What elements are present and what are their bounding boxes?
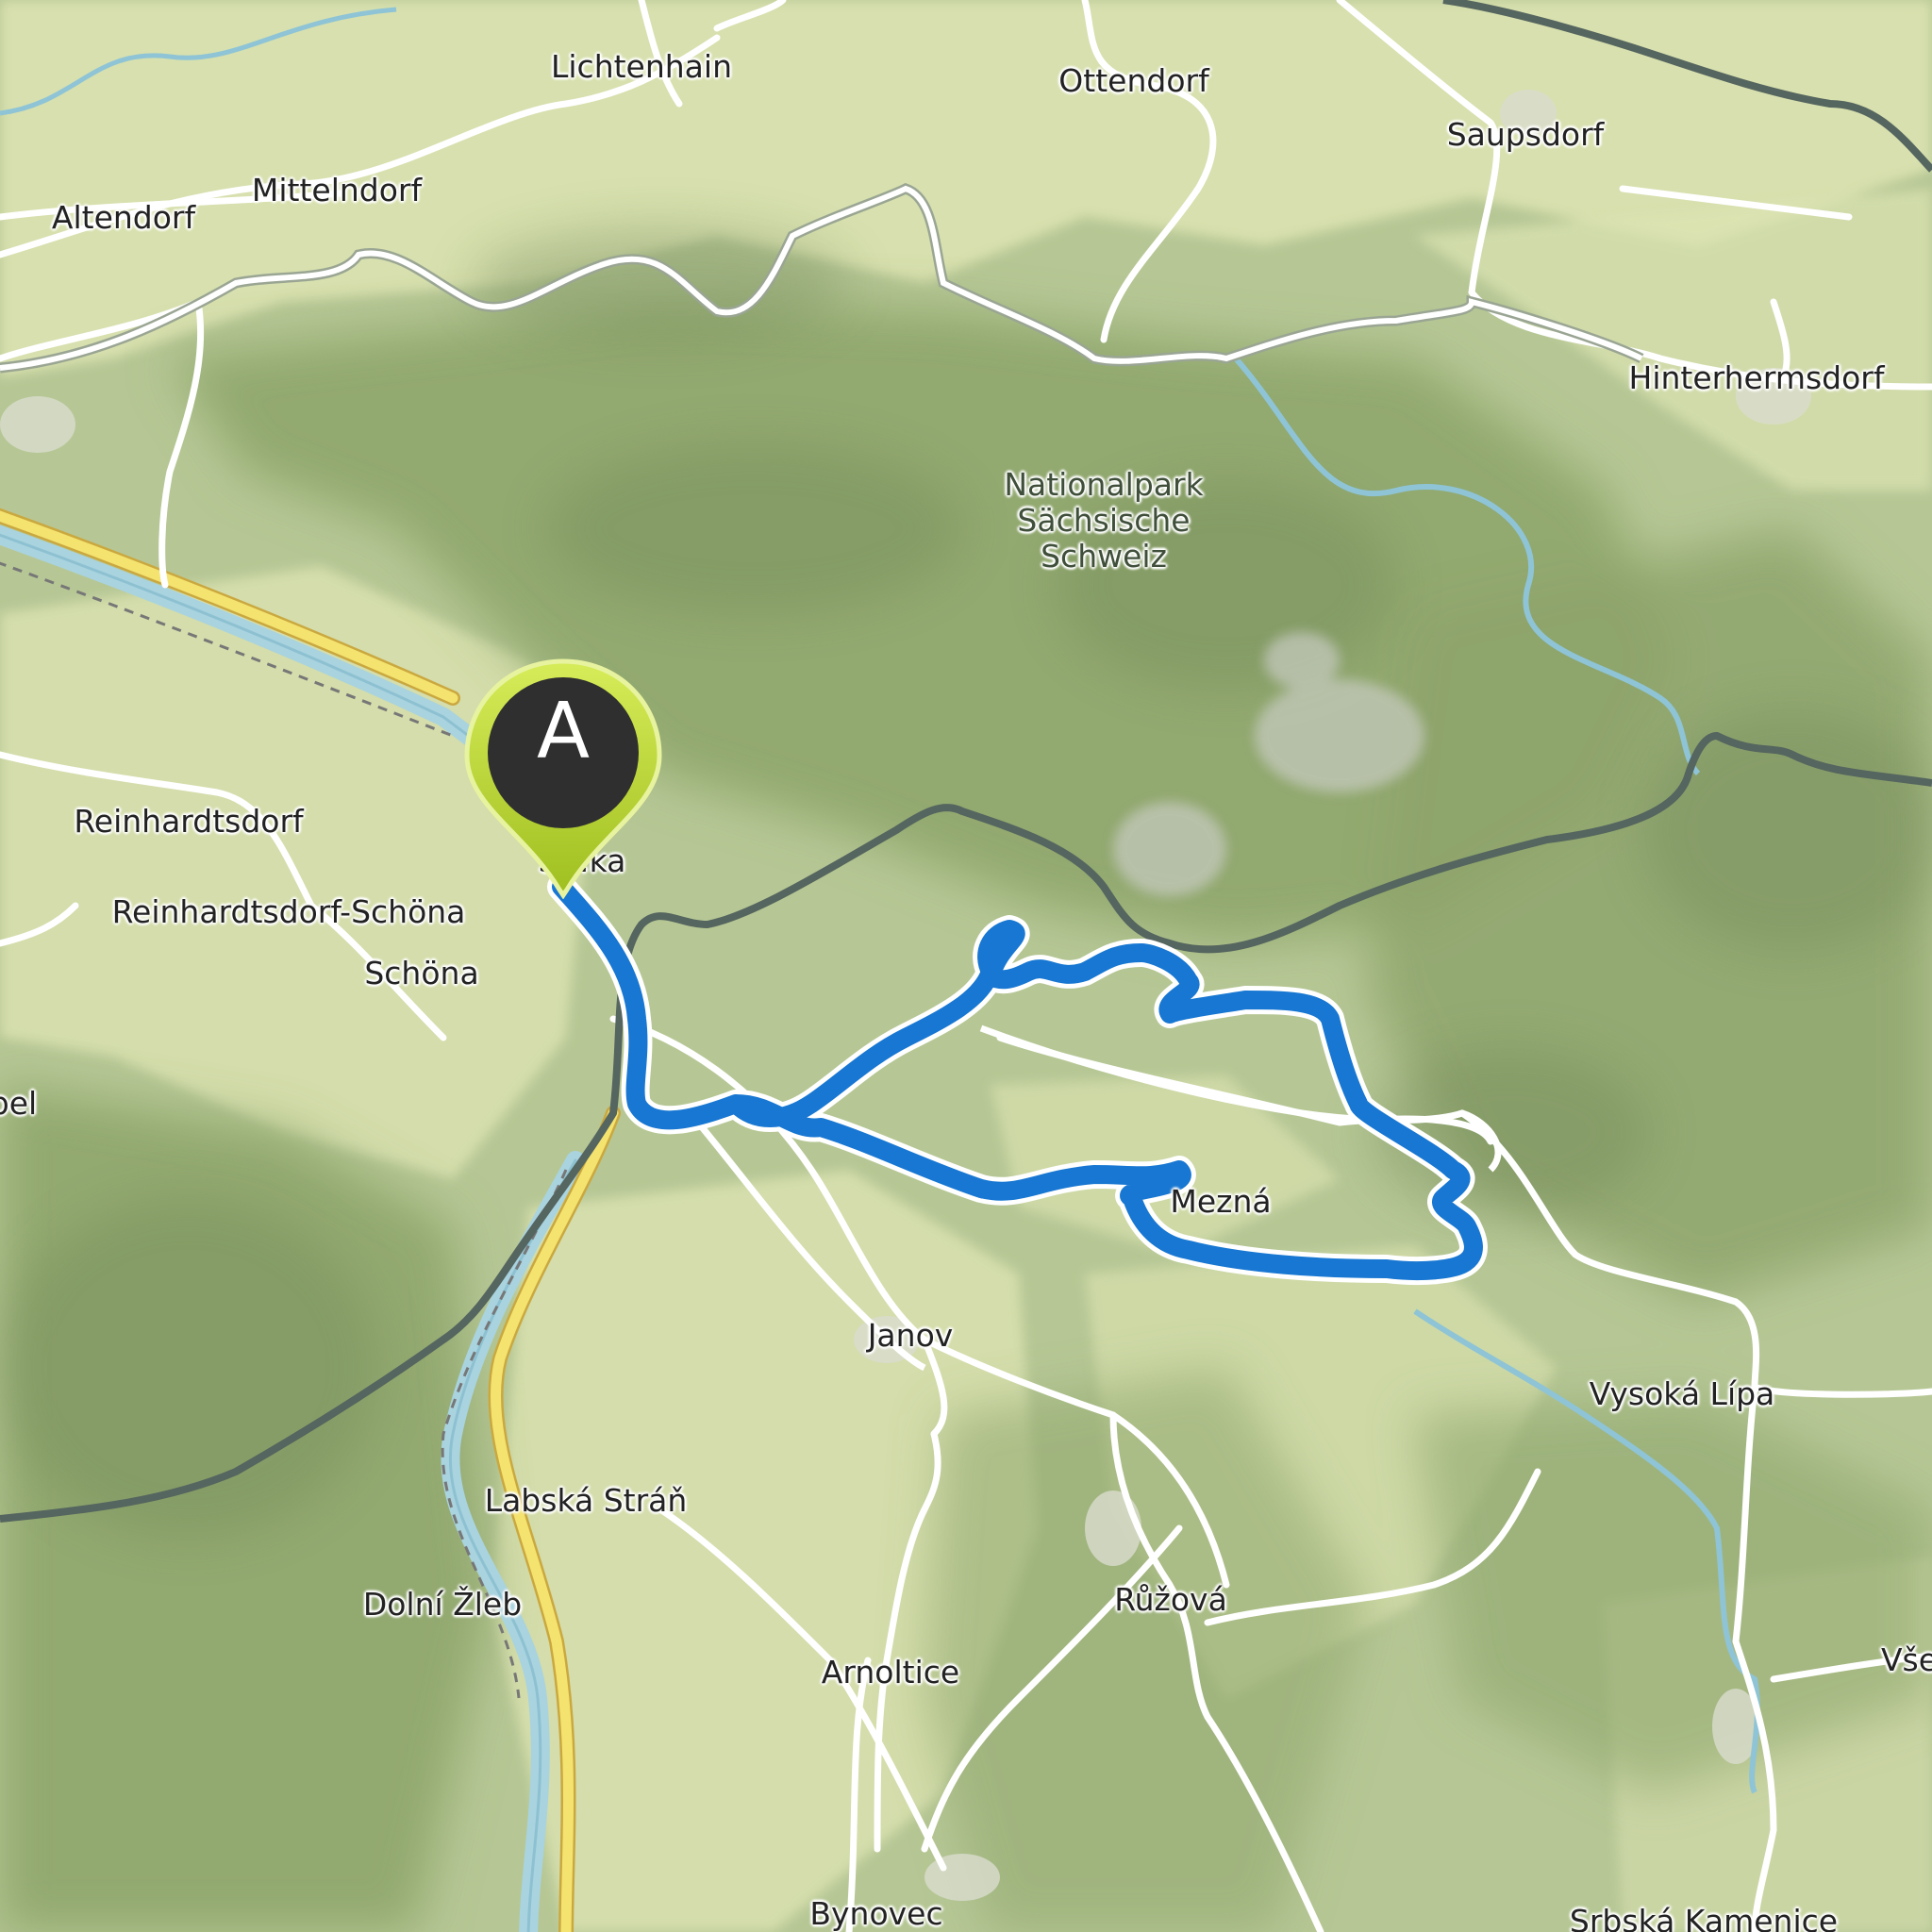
map-canvas[interactable] <box>0 0 1932 1932</box>
place-label-partial-left: bel <box>0 1085 38 1123</box>
place-label-ruzova: Růžová <box>1114 1581 1227 1619</box>
place-label-vysoka-lipa: Vysoká Lípa <box>1589 1375 1775 1413</box>
place-label-lichtenhain: Lichtenhain <box>551 48 732 86</box>
place-label-mezna: Mezná <box>1170 1183 1272 1221</box>
place-label-schona: Schöna <box>364 955 479 992</box>
place-label-saupsdorf: Saupsdorf <box>1446 116 1605 154</box>
place-label-bynovec: Bynovec <box>809 1895 943 1932</box>
place-label-reinhardtsdorf: Reinhardtsdorf <box>74 803 304 841</box>
start-marker[interactable]: A <box>459 654 667 899</box>
start-marker-letter: A <box>536 687 591 776</box>
place-label-altendorf: Altendorf <box>51 199 196 237</box>
place-label-srbska-kamenice: Srbská Kamenice <box>1569 1903 1839 1932</box>
place-label-ottendorf: Ottendorf <box>1058 62 1209 100</box>
place-label-vse: Vše <box>1880 1641 1932 1679</box>
place-label-reinhardtsdorf-schona: Reinhardtsdorf-Schöna <box>111 893 466 931</box>
place-label-labska-stran: Labská Stráň <box>484 1482 688 1520</box>
place-label-dolni-zleb: Dolní Žleb <box>362 1586 523 1624</box>
map-view[interactable]: Lichtenhain Ottendorf Saupsdorf Altendor… <box>0 0 1932 1932</box>
place-label-arnoltice: Arnoltice <box>821 1654 960 1691</box>
place-label-hinterhermsdorf: Hinterhermsdorf <box>1628 359 1885 397</box>
place-label-mittelndorf: Mittelndorf <box>251 172 423 209</box>
place-label-nationalpark: Nationalpark Sächsische Schweiz <box>1004 466 1204 575</box>
place-label-janov: Janov <box>867 1317 954 1355</box>
